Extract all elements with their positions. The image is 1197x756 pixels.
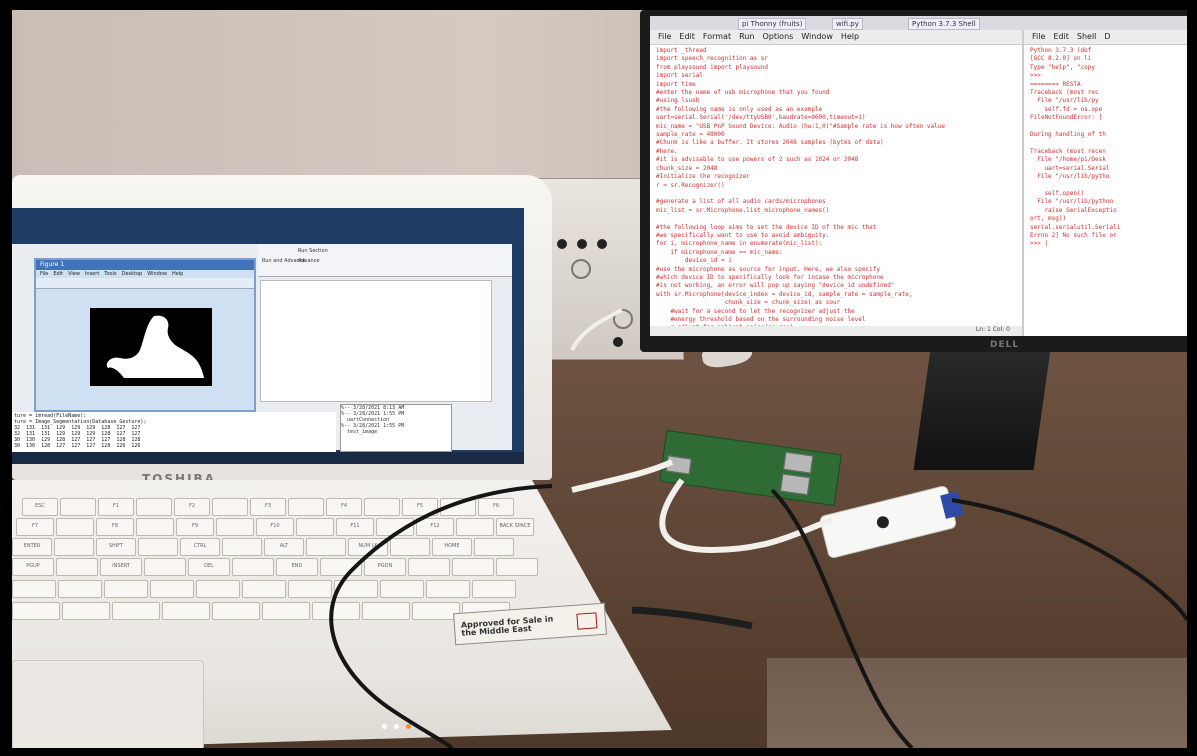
- cables: [329, 308, 1187, 748]
- black-cable: [770, 488, 914, 748]
- black-cable: [329, 484, 553, 748]
- power-cable: [570, 308, 623, 351]
- photo: pi Thonny (fruits) wifi.py Python 3.7.3 …: [0, 0, 1197, 756]
- usb-cable: [571, 459, 674, 493]
- usb-plug: [631, 606, 753, 630]
- desk-scene: pi Thonny (fruits) wifi.py Python 3.7.3 …: [12, 10, 1187, 748]
- black-cable: [951, 498, 1187, 622]
